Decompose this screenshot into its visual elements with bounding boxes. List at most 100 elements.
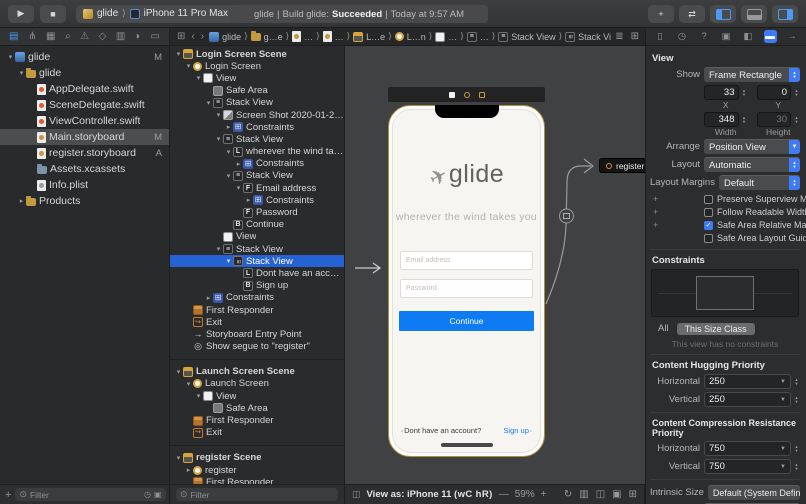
zoom-level-label[interactable]: 59% [515,489,535,500]
report-navigator-icon[interactable]: ▭ [150,31,159,42]
outline-row[interactable]: ▾Login Screen Scene [170,48,344,60]
add-file-button[interactable]: + [5,489,11,501]
priority-combo[interactable]: 250▼ [704,392,791,407]
history-inspector-tab[interactable]: ◷ [676,31,689,42]
priority-combo[interactable]: 750▼ [704,441,791,456]
zoom-in-button[interactable]: + [541,489,547,500]
outline-row[interactable]: ▾≡Stack View [170,243,344,255]
library-add-button[interactable]: + [648,5,674,23]
show-dropdown[interactable]: Frame Rectangle ▲▼ [704,67,800,82]
priority-combo[interactable]: 250▼ [704,374,791,389]
stepper-icon[interactable]: ▲▼ [741,89,748,97]
breadcrumb-item[interactable]: … [323,31,344,42]
outline-row[interactable]: →Storyboard Entry Point [170,328,344,340]
run-button[interactable]: ▶ [8,5,34,23]
toggle-debug-area-button[interactable] [741,5,767,23]
navigator-filter-field[interactable]: ⊙ ◷ ▣ [15,488,165,501]
attributes-inspector-tab[interactable]: ◧ [742,31,755,42]
outline-row[interactable]: BContinue [170,219,344,231]
zoom-out-button[interactable]: — [499,489,509,500]
navigator-filter-input[interactable] [30,490,141,500]
outline-row[interactable]: ▸register [170,464,344,476]
outline-row[interactable]: ▾register Scene [170,452,344,464]
breadcrumb-item[interactable]: glide [209,32,241,42]
height-field[interactable]: 30 ▲▼ [757,112,801,127]
breadcrumb-item[interactable]: ≡Stack View [498,32,555,42]
disclosure-open-icon[interactable]: ▾ [214,135,223,143]
y-field[interactable]: 0 ▲▼ [757,85,801,100]
toggle-navigator-button[interactable] [710,5,736,23]
checkbox[interactable] [704,234,713,243]
outline-row[interactable]: ▾FEmail address [170,182,344,194]
disclosure-open-icon[interactable]: ▾ [234,184,243,192]
quick-help-inspector-tab[interactable]: ? [698,31,711,42]
find-navigator-icon[interactable]: ⌕ [65,31,71,42]
outline-filter-input[interactable] [191,490,334,500]
view-as-label[interactable]: View as: iPhone 11 (wC hR) [367,489,493,500]
disclosure-closed-icon[interactable]: ▸ [17,197,26,205]
signup-button[interactable]: Sign up [503,426,532,435]
outline-row[interactable]: FPassword [170,206,344,218]
stepper-icon[interactable]: ▲▼ [793,445,800,453]
layout-dropdown[interactable]: Automatic ▲▼ [704,157,800,172]
outline-row[interactable]: ▾≡Stack View [170,133,344,145]
stepper-icon[interactable]: ▲▼ [793,463,800,471]
disclosure-open-icon[interactable]: ▾ [194,392,203,400]
disclosure-open-icon[interactable]: ▾ [6,53,15,61]
disclosure-closed-icon[interactable]: ▸ [244,196,253,204]
outline-filter-field[interactable]: ⊙ [176,488,338,501]
disclosure-open-icon[interactable]: ▾ [184,62,193,70]
file-inspector-tab[interactable]: ▯ [654,31,667,42]
related-items-icon[interactable]: ⊞ [176,31,186,42]
disclosure-open-icon[interactable]: ▾ [224,257,233,265]
outline-row[interactable]: BSign up [170,280,344,292]
outline-row[interactable]: ◎Show segue to "register" [170,341,344,353]
file-row[interactable]: ▾glideM [0,49,169,65]
outline-toggle-icon[interactable]: ◫ [352,489,361,500]
size-inspector-tab[interactable]: ▬ [764,30,777,43]
disclosure-open-icon[interactable]: ▾ [184,380,193,388]
outline-row[interactable]: ▾Screen Shot 2020-01-2… [170,109,344,121]
file-row[interactable]: Info.plist [0,177,169,193]
breadcrumb-item[interactable]: … [292,31,313,42]
first-responder-dock-icon[interactable] [464,92,470,98]
outline-row[interactable]: First Responder [170,414,344,426]
iphone-device-frame[interactable]: ✈glide wherever the wind takes you Email… [388,105,545,457]
scheme-selector[interactable]: glide ⟩ iPhone 11 Pro Max [76,5,235,23]
outline-row[interactable]: ▾≡Stack View [170,170,344,182]
checkbox[interactable] [704,195,713,204]
scene-dock[interactable] [388,87,545,102]
outline-row[interactable]: LDont have an acco… [170,267,344,279]
file-row[interactable]: register.storyboardA [0,145,169,161]
breadcrumb-item[interactable]: … [435,32,457,42]
disclosure-closed-icon[interactable]: ▸ [234,160,243,168]
outline-row[interactable]: ▾Lwherever the wind ta… [170,146,344,158]
file-row[interactable]: Assets.xcassets [0,161,169,177]
breadcrumb-item[interactable]: L…n [395,32,426,42]
breadcrumb-item[interactable]: ≡… [467,32,489,42]
symbol-navigator-icon[interactable]: ▦ [46,31,55,42]
continue-button[interactable]: Continue [399,311,534,331]
file-row[interactable]: ViewController.swift [0,113,169,129]
outline-row[interactable]: Safe Area [170,85,344,97]
layout-margins-dropdown[interactable]: Default ▲▼ [719,175,800,190]
disclosure-open-icon[interactable]: ▾ [214,245,223,253]
stepper-icon[interactable]: ▲▼ [793,378,800,386]
identity-inspector-tab[interactable]: ▣ [720,31,733,42]
x-field[interactable]: 33 ▲▼ [704,85,748,100]
password-field[interactable]: Password [400,279,533,298]
outline-row[interactable]: ▸⊞Constraints [170,292,344,304]
segment-this-size-class[interactable]: This Size Class [677,323,755,335]
chevron-down-icon[interactable]: ▼ [780,464,786,470]
file-row[interactable]: SceneDelegate.swift [0,97,169,113]
tagline-label[interactable]: wherever the wind takes you [393,211,540,223]
outline-row[interactable]: ▾Launch Screen Scene [170,366,344,378]
login-screen-view[interactable]: ✈glide wherever the wind takes you Email… [392,109,541,453]
project-navigator-icon[interactable]: ▤ [9,31,18,42]
file-row[interactable]: ▾glide [0,65,169,81]
recent-files-icon[interactable]: ◷ [144,490,151,499]
width-field[interactable]: 348 ▲▼ [704,112,748,127]
disclosure-closed-icon[interactable]: ▸ [204,294,213,302]
outline-row[interactable]: First Responder [170,304,344,316]
add-constraint-plus-icon[interactable]: + [653,207,658,217]
